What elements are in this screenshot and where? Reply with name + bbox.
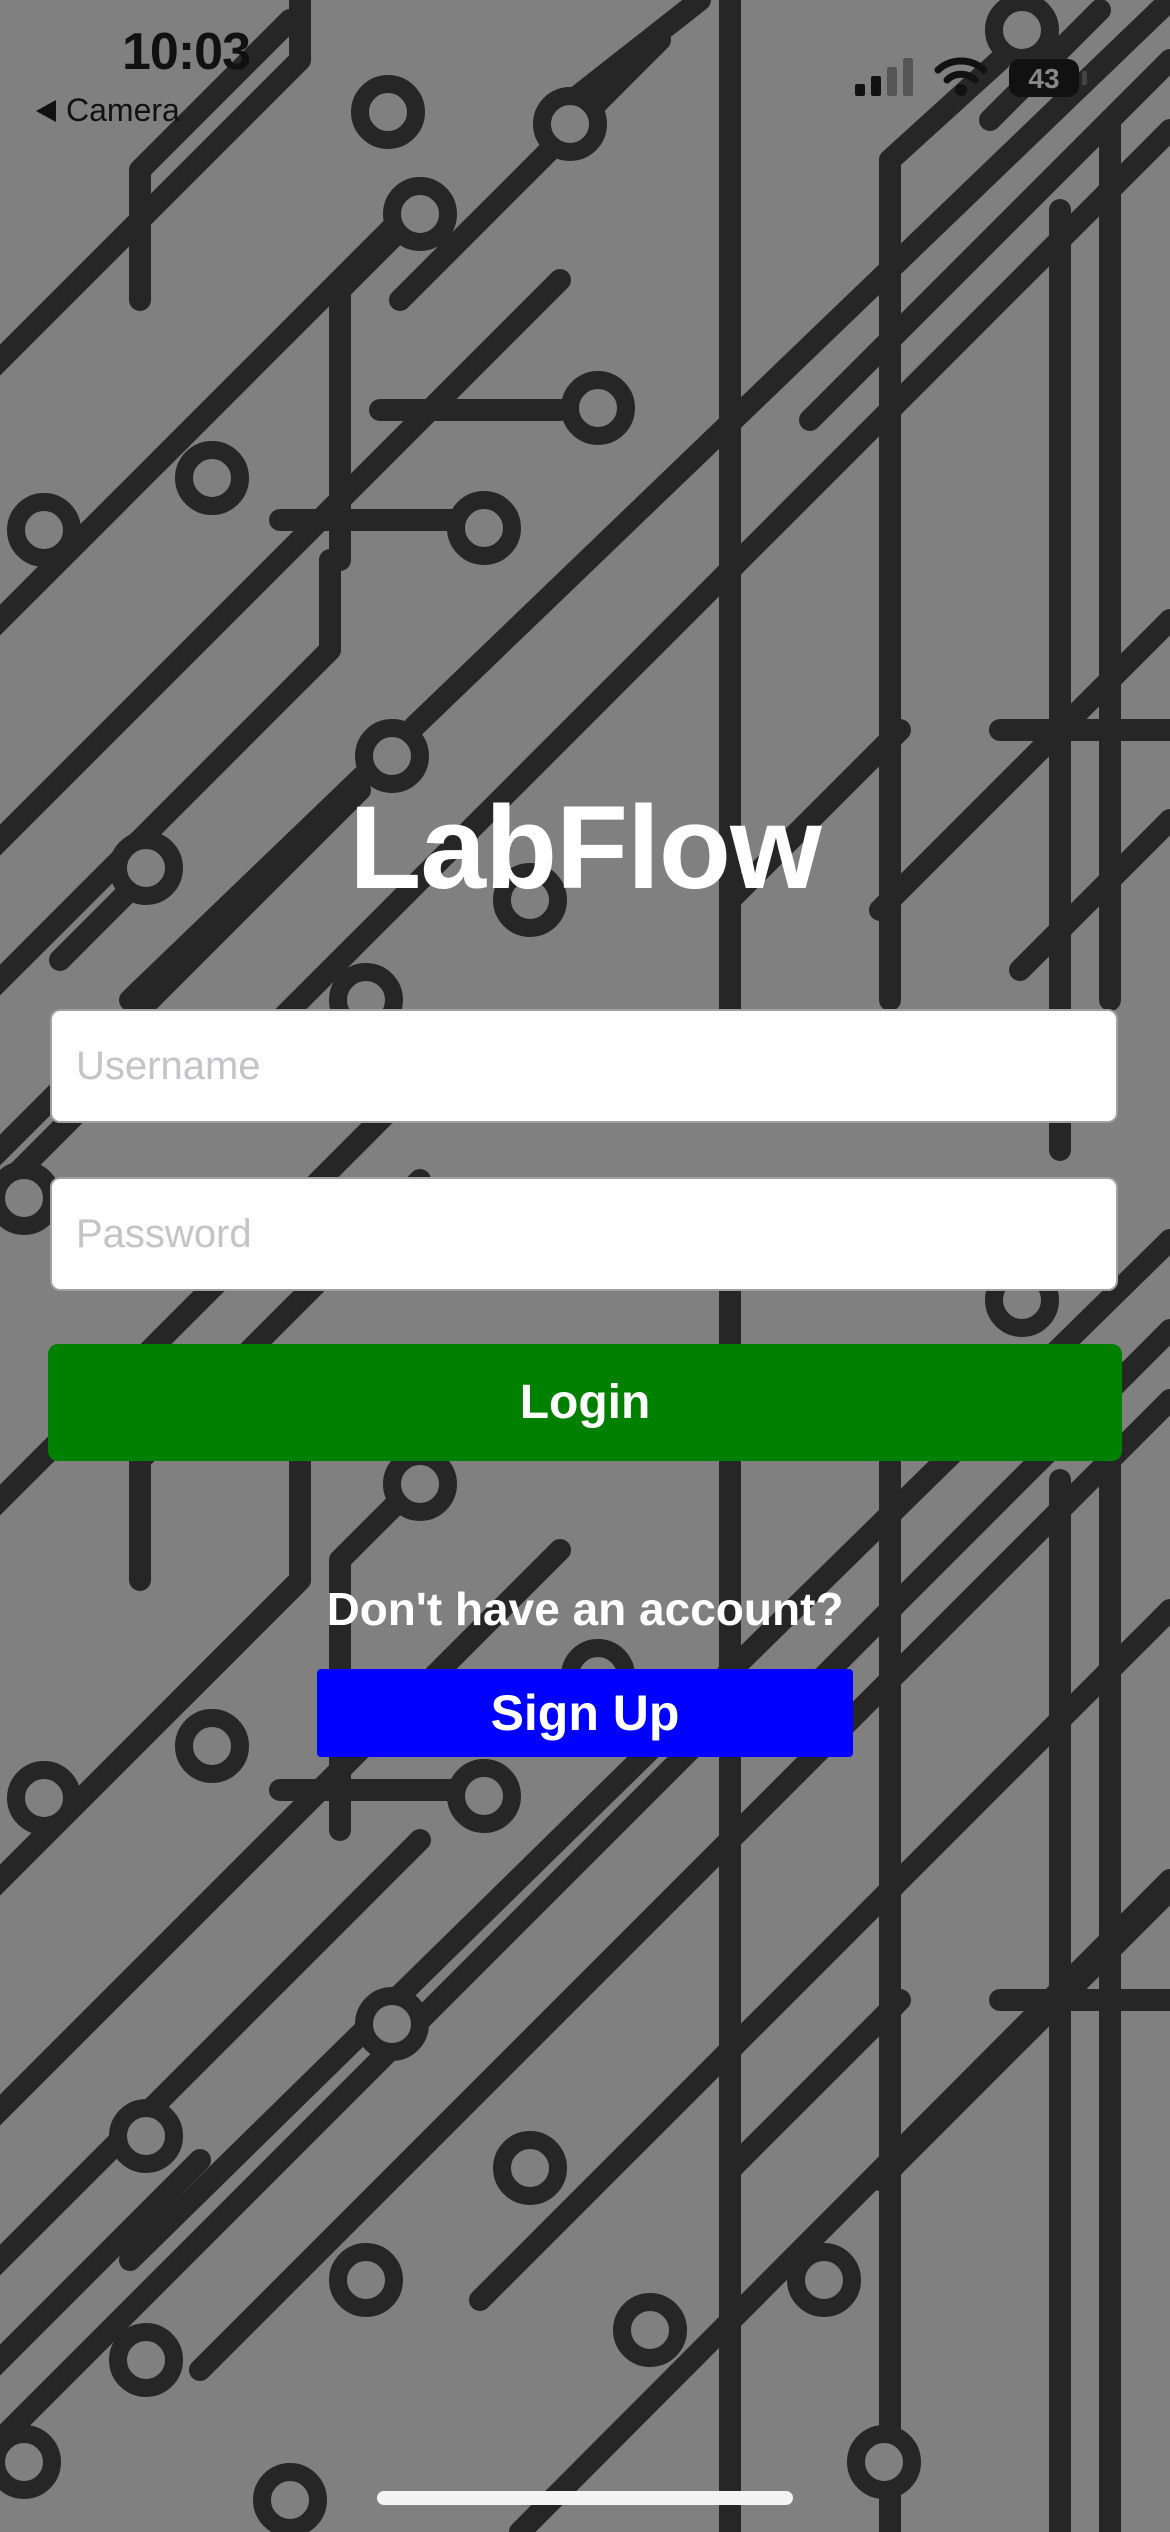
login-button[interactable]: Login [48,1344,1122,1461]
wifi-icon [934,57,988,96]
signup-button[interactable]: Sign Up [317,1669,853,1757]
home-indicator[interactable] [377,2491,793,2505]
battery-icon: 43 [1009,59,1087,97]
signup-prompt: Don't have an account? [326,1583,844,1635]
cellular-signal-icon [855,58,913,96]
username-input[interactable] [50,1009,1118,1123]
back-label: Camera [66,92,180,128]
app-title: LabFlow [349,782,822,914]
status-bar: 10:03 Camera 43 [0,0,1170,140]
status-time: 10:03 [122,23,251,81]
back-to-camera[interactable]: Camera [36,92,180,129]
back-arrow-icon [36,99,56,122]
password-input[interactable] [50,1177,1118,1291]
battery-level: 43 [1028,63,1059,94]
